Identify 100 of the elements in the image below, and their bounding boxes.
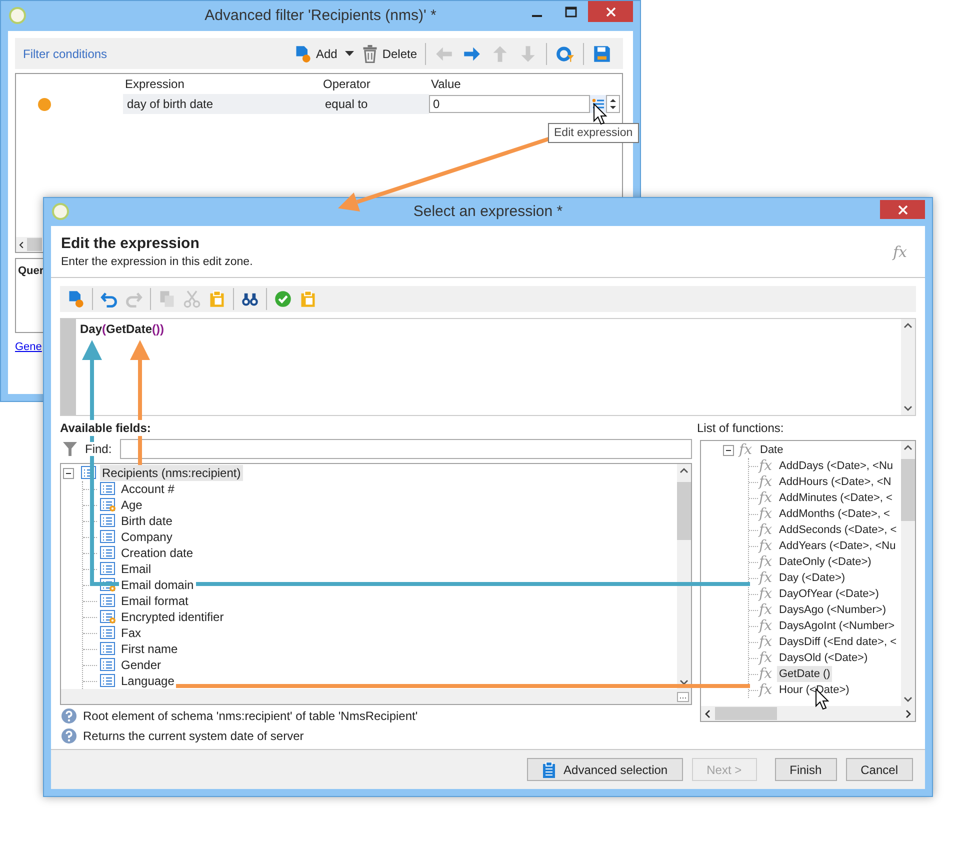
- tree-item[interactable]: Email format: [119, 593, 190, 609]
- tree-item[interactable]: Encrypted identifier: [119, 609, 226, 625]
- advanced-selection-button[interactable]: Advanced selection: [526, 758, 683, 781]
- tree-item[interactable]: First name: [119, 641, 180, 657]
- tree-item[interactable]: Language: [119, 673, 176, 689]
- tree-item[interactable]: DaysDiff (<End date>, <: [777, 634, 899, 650]
- finish-button[interactable]: Finish: [774, 758, 837, 781]
- collapse-icon[interactable]: [63, 468, 74, 478]
- right-arrow-icon: [463, 44, 481, 62]
- tree-item[interactable]: AddMinutes (<Date>, <: [777, 490, 894, 506]
- window-title: Advanced filter 'Recipients (nms)' *: [204, 6, 436, 26]
- field-icon: [100, 482, 116, 496]
- tree-item[interactable]: DaysAgoInt (<Number>: [777, 618, 897, 634]
- scroll-thumb[interactable]: [677, 482, 691, 540]
- tree-item[interactable]: Creation date: [119, 545, 196, 561]
- scrollbar[interactable]: [16, 237, 42, 252]
- table-cell: equal to: [321, 94, 429, 114]
- info-message: Root element of schema 'nms:recipient' of table 'NmsRecipient': [83, 708, 418, 722]
- help-icon: [61, 708, 77, 724]
- tree-item[interactable]: Email: [119, 561, 154, 577]
- field-icon: [100, 514, 116, 528]
- cut-icon: [183, 290, 201, 308]
- scroll-thumb[interactable]: [901, 459, 915, 521]
- tree-item[interactable]: AddMonths (<Date>, <: [777, 506, 892, 522]
- scrollbar[interactable]: [701, 706, 915, 721]
- tree-item[interactable]: AddYears (<Date>, <Nu: [777, 538, 898, 554]
- function-icon: fx: [759, 586, 776, 602]
- tree-item[interactable]: Gender: [119, 657, 164, 673]
- function-icon: fx: [759, 554, 776, 570]
- table-cell: day of birth date: [123, 94, 321, 114]
- function-icon: fx: [759, 506, 776, 522]
- tree-item[interactable]: Fax: [119, 625, 144, 641]
- field-icon: [100, 626, 116, 640]
- dialog-subtitle: Enter the expression in this edit zone.: [61, 256, 253, 268]
- function-icon: fx: [759, 538, 776, 554]
- help-icon: [61, 728, 77, 744]
- field-icon: [100, 546, 116, 560]
- tree-item[interactable]: GetDate (): [777, 666, 832, 682]
- function-icon: fx: [759, 618, 776, 634]
- clipboard-icon: [542, 762, 556, 778]
- tree-item[interactable]: DateOnly (<Date>): [777, 554, 874, 570]
- tree-item[interactable]: AddDays (<Date>, <Nu: [777, 458, 896, 474]
- tree-item[interactable]: Email domain: [119, 577, 196, 593]
- clipboard-icon: [299, 290, 317, 308]
- tree-item[interactable]: AddSeconds (<Date>, <: [777, 522, 899, 538]
- function-icon: fx: [759, 682, 776, 698]
- field-label: Find:: [85, 442, 112, 456]
- spin-button[interactable]: [606, 95, 620, 113]
- trash-icon: [362, 44, 378, 62]
- tree-item[interactable]: Account #: [119, 481, 176, 497]
- add-button[interactable]: Add: [290, 40, 358, 66]
- function-icon: fx: [759, 458, 776, 474]
- more-icon[interactable]: [677, 692, 689, 702]
- tree-item[interactable]: DaysAgo (<Number>): [777, 602, 888, 618]
- left-arrow-icon: [435, 44, 453, 62]
- field-icon: [100, 530, 116, 544]
- up-arrow-icon: [491, 44, 509, 62]
- tree-item[interactable]: DaysOld (<Date>): [777, 650, 870, 666]
- field-icon: [100, 562, 116, 576]
- link[interactable]: Gene: [15, 341, 42, 353]
- scrollbar[interactable]: [677, 464, 691, 689]
- function-icon: fx: [759, 666, 776, 682]
- new-document-icon: [294, 44, 312, 62]
- close-button[interactable]: [880, 200, 925, 219]
- tree-item[interactable]: Recipients (nms:recipient): [100, 465, 243, 481]
- field-icon: [100, 594, 116, 608]
- expression-text: Day(GetDate()): [79, 321, 166, 338]
- function-icon: fx: [759, 570, 776, 586]
- filter-icon: [63, 441, 77, 457]
- search-field[interactable]: [120, 439, 692, 459]
- window-title: Select an expression *: [413, 202, 563, 222]
- paste-icon: [208, 290, 226, 308]
- field-icon: [100, 658, 116, 672]
- function-icon: fx: [759, 602, 776, 618]
- close-icon: [604, 6, 616, 18]
- check-icon: [274, 290, 292, 308]
- delete-button[interactable]: Delete: [359, 40, 420, 66]
- function-icon: fx: [759, 522, 776, 538]
- tree-item[interactable]: DayOfYear (<Date>): [777, 586, 881, 602]
- undo-icon: [100, 290, 118, 308]
- collapse-icon[interactable]: [723, 444, 734, 456]
- close-button[interactable]: [588, 1, 633, 22]
- tree-item[interactable]: Age: [119, 497, 144, 513]
- scrollbar[interactable]: [901, 441, 915, 706]
- panel-title: Quer: [18, 265, 44, 277]
- tree-item[interactable]: Birth date: [119, 513, 174, 529]
- cancel-button[interactable]: Cancel: [846, 758, 913, 781]
- tree-item[interactable]: AddHours (<Date>, <N: [777, 474, 894, 490]
- tree-item[interactable]: Day (<Date>): [777, 570, 848, 586]
- function-icon: fx: [759, 474, 776, 490]
- field-icon: [100, 674, 116, 688]
- pointer-icon: [594, 102, 608, 125]
- close-icon: [896, 204, 908, 216]
- dialog-heading: Edit the expression: [61, 235, 200, 252]
- caret-icon[interactable]: [345, 50, 354, 56]
- tree-item[interactable]: Company: [119, 529, 174, 545]
- function-icon: fx: [759, 490, 776, 506]
- value-field[interactable]: 0: [429, 95, 590, 113]
- code-editor[interactable]: Day(GetDate()): [60, 318, 916, 416]
- scrollbar[interactable]: [901, 319, 915, 415]
